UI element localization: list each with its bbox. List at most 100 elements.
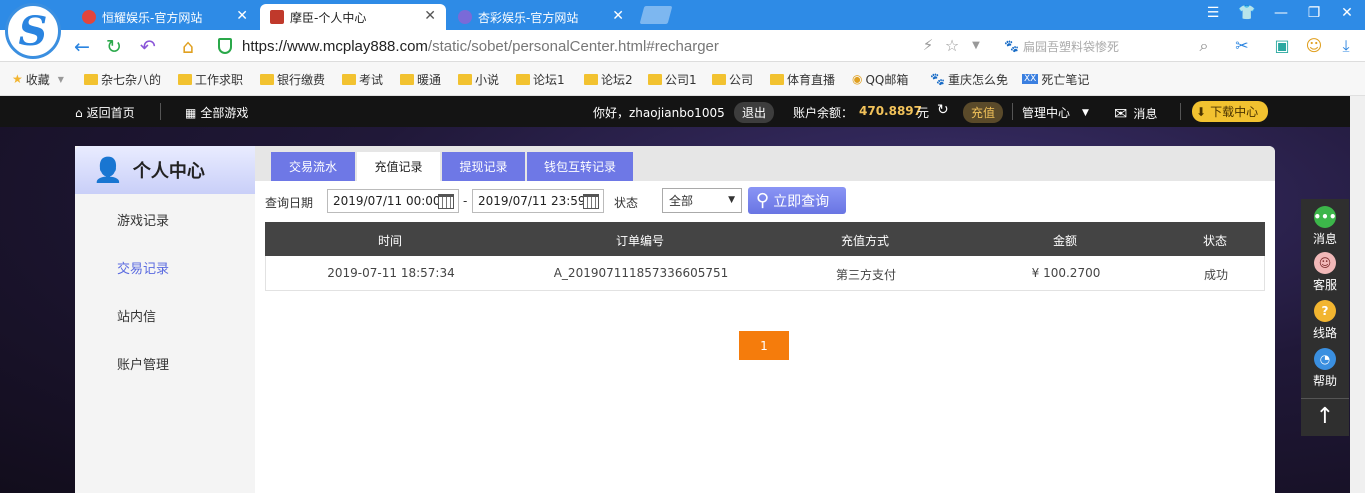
float-messages[interactable]: ••• 消息 (1301, 206, 1349, 247)
messages-link[interactable]: ✉ 消息 (1114, 104, 1157, 123)
bookmark-folder[interactable]: 论坛1 (516, 70, 565, 88)
table-row: 2019-07-11 18:57:34 A_201907111857336605… (265, 256, 1265, 291)
tab-wallet-transfer-records[interactable]: 钱包互转记录 (527, 152, 633, 181)
bookmark-folder[interactable]: 暖通 (400, 70, 441, 88)
page-scrollbar[interactable] (1350, 96, 1365, 493)
scissors-icon[interactable]: ✂ (1230, 36, 1254, 55)
close-tab-icon[interactable]: ✕ (612, 8, 624, 24)
start-date-input[interactable]: 2019/07/11 00:00 (327, 189, 459, 213)
bookmark-folder[interactable]: 论坛2 (584, 70, 633, 88)
search-icon[interactable]: ⌕ (1192, 36, 1216, 56)
bookmark-folder[interactable]: 工作求职 (178, 70, 243, 88)
greeting-text: 你好，zhaojianbo1005 (593, 106, 725, 120)
home-icon: ⌂ (75, 105, 83, 120)
user-avatar-icon: 👤 (93, 156, 123, 184)
mail-icon: ✉ (1114, 104, 1128, 123)
undo-icon[interactable]: ↶ (136, 36, 160, 58)
folder-icon (458, 73, 472, 85)
pagination-page-button[interactable]: 1 (739, 331, 789, 360)
bookmark-folder[interactable]: 杂七杂八的 (84, 70, 161, 88)
tab-recharge-records[interactable]: 充值记录 (357, 152, 440, 181)
emoji-icon[interactable]: ☺ (1302, 36, 1326, 55)
close-tab-icon[interactable]: ✕ (236, 8, 248, 24)
divider (1012, 103, 1013, 120)
calendar-icon[interactable] (583, 194, 599, 209)
download-arrow-icon[interactable]: ⤓ (1334, 36, 1358, 56)
back-to-top-button[interactable]: ↑ (1301, 398, 1349, 436)
browser-tab-active[interactable]: 摩臣-个人中心 ✕ (260, 4, 446, 30)
back-icon[interactable]: ← (70, 36, 94, 58)
folder-icon (84, 73, 98, 85)
bookmark-link[interactable]: XX 死亡笔记 (1022, 70, 1089, 88)
browser-logo-icon[interactable]: S (5, 3, 61, 59)
bookmark-folder[interactable]: 银行缴费 (260, 70, 325, 88)
home-icon[interactable]: ⌂ (176, 36, 200, 58)
site-favicon-icon (82, 10, 96, 24)
close-tab-icon[interactable]: ✕ (424, 8, 436, 24)
skin-icon[interactable]: 👕 (1236, 5, 1258, 21)
cell-method: 第三方支付 (835, 268, 896, 282)
folder-icon (770, 73, 784, 85)
download-center-button[interactable]: ⬇ 下载中心 (1192, 101, 1269, 122)
search-input[interactable]: 🐾 扁园吾塑料袋惨死 (1004, 34, 1224, 58)
new-tab-button[interactable] (639, 6, 673, 24)
bookmark-folder[interactable]: 公司1 (648, 70, 697, 88)
column-header-status: 状态 (1202, 234, 1227, 248)
sidebar-item-game-records[interactable]: 游戏记录 (117, 210, 169, 229)
bookmark-favorites[interactable]: ★ 收藏 ▼ (12, 70, 64, 88)
bookmark-link[interactable]: ◉ QQ邮箱 (852, 70, 908, 88)
status-select[interactable]: 全部 ▼ (662, 188, 742, 213)
logout-button[interactable]: 退出 (734, 102, 775, 123)
chevron-down-icon: ▼ (1082, 107, 1089, 118)
bookmark-folder[interactable]: 公司 (712, 70, 753, 88)
manage-center-menu[interactable]: 管理中心 ▼ (1022, 104, 1089, 121)
site-favicon-icon (270, 10, 284, 24)
query-button[interactable]: ⚲ 立即查询 (748, 187, 846, 214)
url-field[interactable]: https://www.mcplay888.com/static/sobet/p… (242, 34, 1012, 58)
float-customer-service[interactable]: ☺ 客服 (1301, 252, 1349, 293)
calendar-icon[interactable] (438, 194, 454, 209)
close-window-icon[interactable]: ✕ (1336, 5, 1358, 21)
folder-icon (712, 73, 726, 85)
tab-withdraw-records[interactable]: 提现记录 (442, 152, 525, 181)
chevron-down-icon: ▼ (728, 195, 735, 205)
star-icon[interactable]: ☆ (940, 36, 964, 55)
dropdown-icon[interactable]: ▼ (964, 40, 988, 51)
balance-label: 账户余额： (793, 106, 854, 120)
left-sidebar (75, 146, 255, 493)
bookmark-folder[interactable]: 体育直播 (770, 70, 835, 88)
site-icon: XX (1022, 74, 1039, 84)
browser-tab[interactable]: 杏彩娱乐-官方网站 ✕ (448, 4, 634, 30)
restore-icon[interactable]: ❐ (1303, 5, 1325, 21)
bookmark-folder[interactable]: 考试 (342, 70, 383, 88)
sidebar-item-transaction-records[interactable]: 交易记录 (117, 258, 169, 277)
agent-avatar-icon: ☺ (1314, 252, 1336, 274)
menu-icon[interactable]: ☰ (1202, 5, 1224, 21)
float-lines[interactable]: ? 线路 (1301, 300, 1349, 341)
all-games-link[interactable]: ▦ 全部游戏 (185, 104, 248, 121)
end-date-input[interactable]: 2019/07/11 23:59 (472, 189, 604, 213)
home-link[interactable]: ⌂ 返回首页 (75, 104, 135, 121)
bookmark-link[interactable]: 🐾 重庆怎么免 (930, 70, 1008, 88)
refresh-balance-icon[interactable]: ↻ (937, 102, 949, 118)
address-bar: ← ↻ ↶ ⌂ https://www.mcplay888.com/static… (0, 30, 1365, 62)
refresh-icon[interactable]: ↻ (102, 36, 126, 58)
divider (1180, 103, 1181, 120)
flash-icon[interactable]: ⚡ (916, 36, 940, 54)
question-icon: ? (1314, 300, 1336, 322)
sidebar-item-inbox[interactable]: 站内信 (117, 306, 156, 325)
minimize-icon[interactable]: — (1270, 5, 1292, 21)
paw-icon: 🐾 (930, 72, 945, 86)
folder-icon (342, 73, 356, 85)
float-help[interactable]: ◔ 帮助 (1301, 348, 1349, 389)
bookmark-folder[interactable]: 小说 (458, 70, 499, 88)
recharge-button[interactable]: 充值 (963, 102, 1004, 123)
dropdown-icon: ▼ (57, 74, 64, 84)
gauge-icon: ◔ (1314, 348, 1336, 370)
reader-icon[interactable]: ▣ (1270, 36, 1294, 55)
browser-tab[interactable]: 恒耀娱乐-官方网站 ✕ (72, 4, 258, 30)
column-header-order-id: 订单编号 (615, 234, 664, 248)
date-label: 查询日期 (265, 196, 314, 210)
sidebar-item-account-management[interactable]: 账户管理 (117, 354, 169, 373)
tab-transaction-flow[interactable]: 交易流水 (271, 152, 355, 181)
